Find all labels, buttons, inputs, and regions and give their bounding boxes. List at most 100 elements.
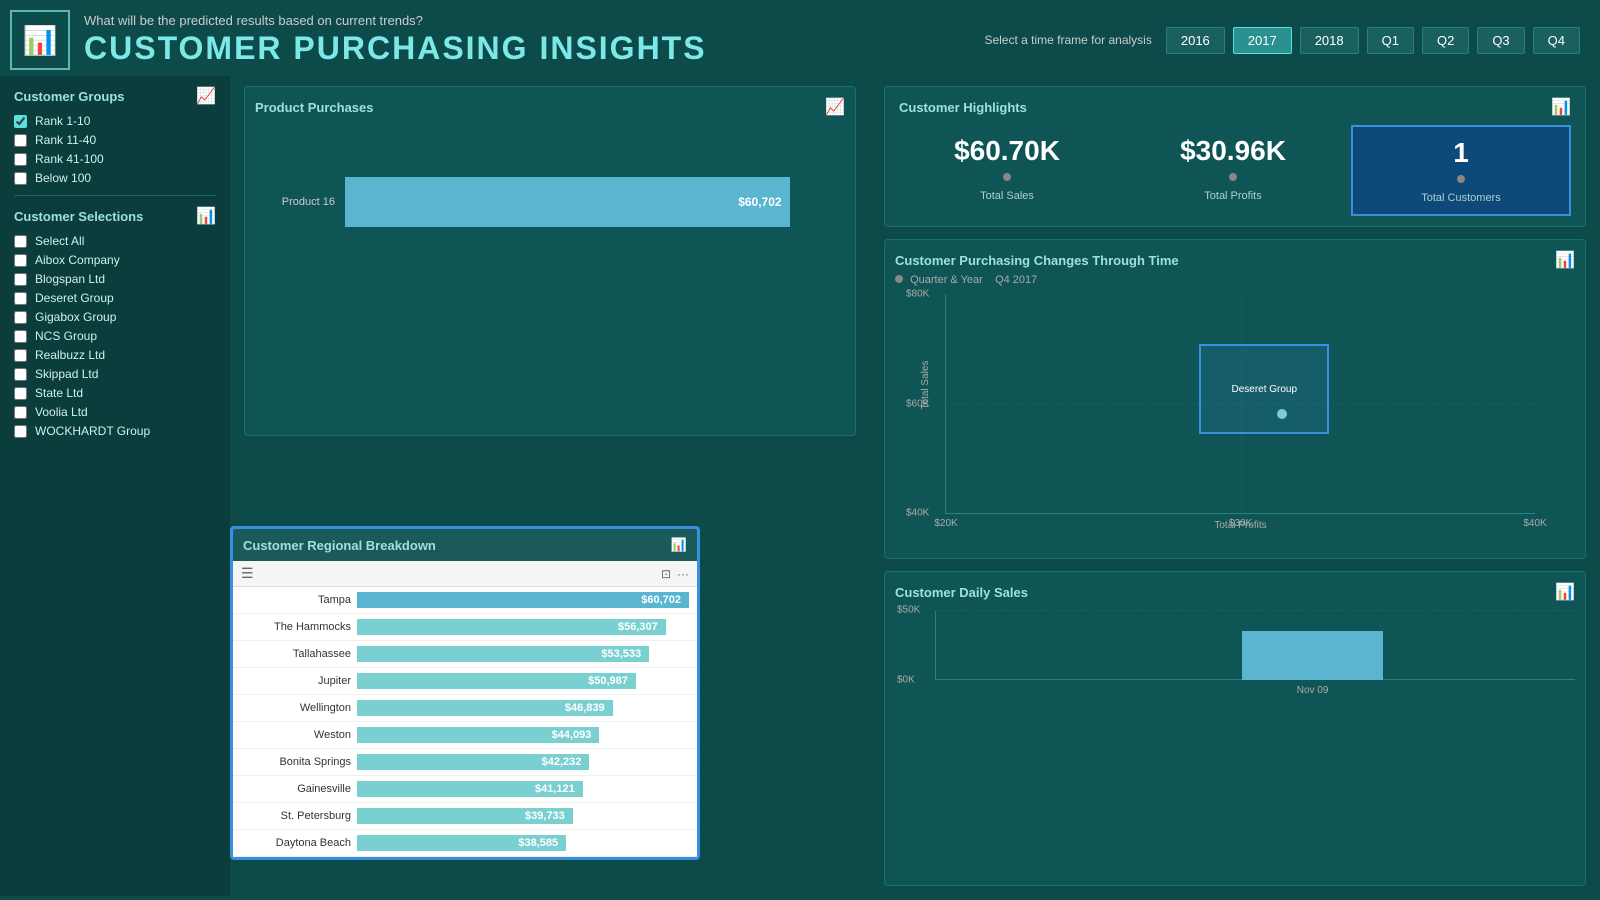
year-2017-button[interactable]: 2017 — [1233, 27, 1292, 54]
sidebar-divider — [14, 195, 216, 196]
selection-checkbox-2[interactable] — [14, 273, 27, 286]
selection-checkbox-9[interactable] — [14, 406, 27, 419]
selection-checkbox-5[interactable] — [14, 330, 27, 343]
product-purchases-icon: 📈 — [825, 97, 845, 117]
purchasing-changes-title: Customer Purchasing Changes Through Time — [895, 253, 1179, 268]
group-item-1[interactable]: Rank 11-40 — [14, 133, 216, 147]
selection-checkbox-6[interactable] — [14, 349, 27, 362]
regional-header-icon: 📊 — [671, 537, 687, 553]
groups-icon: 📈 — [196, 86, 216, 106]
header-controls: Select a time frame for analysis 2016 20… — [984, 27, 1580, 54]
scatter-header: Customer Purchasing Changes Through Time… — [895, 250, 1575, 270]
regional-row: Gainesville $41,121 — [233, 776, 697, 803]
time-label: Select a time frame for analysis — [984, 33, 1151, 47]
highlight-label-2: Total Customers — [1363, 192, 1559, 204]
highlight-dot-0 — [1003, 173, 1011, 181]
product-purchases-section: Product Purchases 📈 Product 16 $60,702 — [244, 86, 856, 436]
daily-grid-50k — [935, 610, 1575, 611]
group-item-2[interactable]: Rank 41-100 — [14, 152, 216, 166]
q4-button[interactable]: Q4 — [1533, 27, 1580, 54]
right-panel: Customer Highlights 📊 $60.70K Total Sale… — [870, 76, 1600, 896]
selection-item-3[interactable]: Deseret Group — [14, 291, 216, 305]
regional-row: Weston $44,093 — [233, 722, 697, 749]
year-2018-button[interactable]: 2018 — [1300, 27, 1359, 54]
regional-toolbar-icons: ⊡ ··· — [661, 567, 689, 581]
q2-button[interactable]: Q2 — [1422, 27, 1469, 54]
year-2016-button[interactable]: 2016 — [1166, 27, 1225, 54]
selection-item-10[interactable]: WOCKHARDT Group — [14, 424, 216, 438]
highlight-card-2[interactable]: 1 Total Customers — [1351, 125, 1571, 216]
regional-header: Customer Regional Breakdown 📊 — [233, 529, 697, 561]
regional-title: Customer Regional Breakdown — [243, 538, 436, 553]
regional-row: Bonita Springs $42,232 — [233, 749, 697, 776]
highlight-card-1[interactable]: $30.96K Total Profits — [1125, 125, 1341, 216]
header-title: CUSTOMER PURCHASING INSIGHTS — [84, 30, 984, 67]
selection-checkbox-10[interactable] — [14, 425, 27, 438]
selection-checkbox-1[interactable] — [14, 254, 27, 267]
scatter-area: Total Sales $80K $60K $40K $20K $30K $40… — [945, 294, 1535, 514]
customer-selections-section: Customer Selections 📊 — [14, 206, 216, 226]
group-item-0[interactable]: Rank 1-10 — [14, 114, 216, 128]
highlight-label-0: Total Sales — [909, 190, 1105, 202]
regional-row: St. Petersburg $39,733 — [233, 803, 697, 830]
product-bar-area: Product 16 $60,702 — [255, 177, 845, 227]
daily-x-label: Nov 09 — [1297, 685, 1329, 696]
group-checkbox-2[interactable] — [14, 153, 27, 166]
q1-button[interactable]: Q1 — [1367, 27, 1414, 54]
regional-row: The Hammocks $56,307 — [233, 614, 697, 641]
selection-item-6[interactable]: Realbuzz Ltd — [14, 348, 216, 362]
selection-checkbox-0[interactable] — [14, 235, 27, 248]
regional-body[interactable]: Tampa $60,702 The Hammocks $56,307 Talla… — [233, 587, 697, 857]
selection-item-4[interactable]: Gigabox Group — [14, 310, 216, 324]
hamburger-icon[interactable]: ☰ — [241, 565, 254, 582]
logo: 📊 — [10, 10, 70, 70]
scatter-icon: 📊 — [1555, 250, 1575, 270]
selection-item-7[interactable]: Skippad Ltd — [14, 367, 216, 381]
selection-checkbox-8[interactable] — [14, 387, 27, 400]
selection-checkbox-3[interactable] — [14, 292, 27, 305]
regional-row: Tallahassee $53,533 — [233, 641, 697, 668]
expand-icon[interactable]: ⊡ — [661, 567, 671, 581]
y-tick-60k: $60K — [906, 398, 929, 409]
daily-sales-bar — [1242, 631, 1383, 680]
q3-button[interactable]: Q3 — [1477, 27, 1524, 54]
highlight-label-1: Total Profits — [1135, 190, 1331, 202]
daily-sales-icon: 📊 — [1555, 582, 1575, 602]
group-checkbox-3[interactable] — [14, 172, 27, 185]
selection-item-5[interactable]: NCS Group — [14, 329, 216, 343]
header-text: What will be the predicted results based… — [84, 13, 984, 67]
quarter-year-label: Quarter & Year — [910, 274, 983, 286]
selection-item-8[interactable]: State Ltd — [14, 386, 216, 400]
product-purchases-header: Product Purchases 📈 — [255, 97, 845, 117]
selection-item-2[interactable]: Blogspan Ltd — [14, 272, 216, 286]
highlights-icon: 📊 — [1551, 97, 1571, 117]
daily-y-0k: $0K — [897, 675, 915, 686]
logo-icon: 📊 — [23, 24, 58, 57]
purchasing-changes-section: Customer Purchasing Changes Through Time… — [884, 239, 1586, 559]
product-purchases-title: Product Purchases — [255, 100, 374, 115]
scatter-meta: Quarter & Year Q4 2017 — [895, 274, 1575, 286]
selection-item-1[interactable]: Aibox Company — [14, 253, 216, 267]
selection-checkbox-7[interactable] — [14, 368, 27, 381]
group-item-3[interactable]: Below 100 — [14, 171, 216, 185]
customer-highlights-title: Customer Highlights — [899, 100, 1027, 115]
highlight-value-2: 1 — [1363, 137, 1559, 169]
daily-sales-header: Customer Daily Sales 📊 — [895, 582, 1575, 602]
deseret-group-dot — [1277, 409, 1287, 419]
x-tick-20k: $20K — [934, 518, 957, 529]
regional-row: Wellington $46,839 — [233, 695, 697, 722]
y-tick-40k: $40K — [906, 508, 929, 519]
more-icon[interactable]: ··· — [677, 567, 689, 581]
selection-item-9[interactable]: Voolia Ltd — [14, 405, 216, 419]
highlight-value-0: $60.70K — [909, 135, 1105, 167]
daily-sales-title: Customer Daily Sales — [895, 585, 1028, 600]
selection-checkbox-4[interactable] — [14, 311, 27, 324]
customer-groups-title: Customer Groups — [14, 89, 125, 104]
regional-row: Tampa $60,702 — [233, 587, 697, 614]
group-checkbox-1[interactable] — [14, 134, 27, 147]
selection-item-0[interactable]: Select All — [14, 234, 216, 248]
group-checkbox-0[interactable] — [14, 115, 27, 128]
product-label: Product 16 — [265, 196, 335, 208]
highlight-card-0[interactable]: $60.70K Total Sales — [899, 125, 1115, 216]
daily-chart: $50K $0K Nov 09 — [935, 610, 1575, 680]
